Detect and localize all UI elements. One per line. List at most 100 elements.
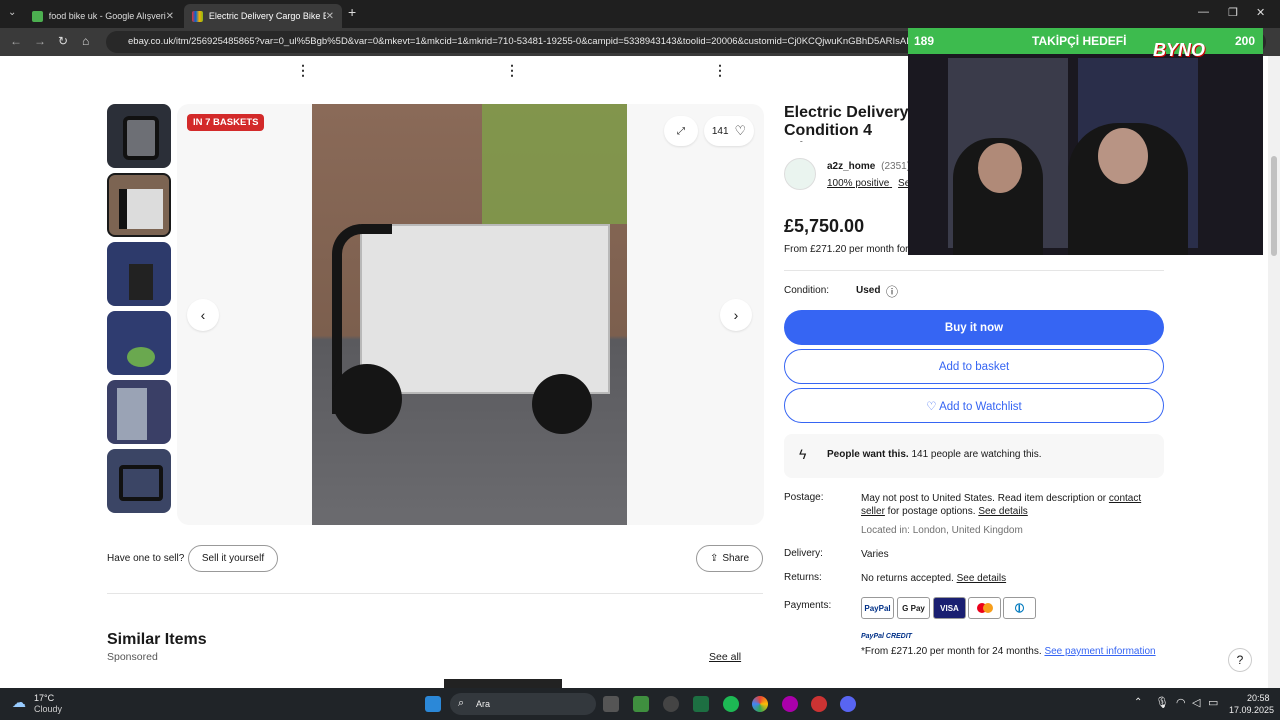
app-icon[interactable] — [782, 696, 798, 712]
share-icon: ⇪ — [709, 553, 719, 564]
thumbnail-4[interactable] — [107, 311, 171, 375]
previous-image-button[interactable]: ‹ — [187, 299, 219, 331]
condition-value: Used — [856, 285, 881, 296]
postage-text-2: for postage options. — [884, 506, 979, 517]
paypal-icon: PayPal — [861, 597, 894, 619]
postage-value: May not post to United States. Read item… — [861, 492, 1151, 518]
thumbnail-2[interactable] — [107, 173, 171, 237]
condition-label: Condition: — [784, 285, 830, 296]
thumbnail-6[interactable] — [107, 449, 171, 513]
search-placeholder: Ara — [476, 699, 491, 709]
add-to-basket-button[interactable]: Add to basket — [784, 349, 1164, 384]
product-photo[interactable] — [312, 104, 627, 525]
tab-label: Electric Delivery Cargo Bike EAV — [208, 11, 326, 21]
returns-text: No returns accepted. — [861, 573, 957, 584]
returns-see-details-link[interactable]: See details — [957, 573, 1006, 584]
chatgpt-icon[interactable] — [663, 696, 679, 712]
add-to-watchlist-button[interactable]: ♡ Add to Watchlist — [784, 388, 1164, 423]
seller-username[interactable]: a2z_home — [827, 161, 875, 172]
similar-item-image[interactable] — [444, 679, 562, 688]
seller-name[interactable]: a2z_home (2351) — [827, 161, 910, 172]
close-window-icon[interactable]: ✕ — [1256, 6, 1265, 19]
paypal-credit-logo: PayPal CREDIT — [861, 633, 912, 640]
see-all-link[interactable]: See all — [709, 651, 741, 663]
forward-icon[interactable]: → — [34, 34, 46, 48]
located-in: Located in: London, United Kingdom — [861, 525, 1023, 536]
tab-search-icon[interactable]: ⌄ — [8, 7, 16, 18]
battery-icon[interactable]: ▭ — [1208, 696, 1218, 709]
expand-icon[interactable]: ⤢ — [664, 116, 698, 146]
delivery-value: Varies — [861, 549, 889, 560]
image-gallery: IN 7 BASKETS ⤢ 141 ♡ ‹ › — [177, 104, 764, 525]
thumbnail-3[interactable] — [107, 242, 171, 306]
postage-text: May not post to United States. Read item… — [861, 493, 1109, 504]
task-view-icon[interactable] — [603, 696, 619, 712]
home-icon[interactable]: ⌂ — [82, 34, 89, 48]
close-icon[interactable]: ✕ — [326, 11, 334, 22]
item-title: Electric Delivery Condition 4 Whee — [784, 104, 909, 142]
google-shopping-favicon-icon — [32, 10, 43, 22]
credit-text: *From £271.20 per month for 24 months. S… — [861, 645, 1161, 658]
seller-positive[interactable]: 100% positive — [827, 178, 889, 189]
chrome-icon[interactable] — [752, 696, 768, 712]
see-details-link[interactable]: See details — [978, 506, 1027, 517]
watch-button[interactable]: 141 ♡ — [704, 116, 754, 146]
thumbnail-5[interactable] — [107, 380, 171, 444]
goal-label: TAKİPÇİ HEDEFİ — [1032, 34, 1127, 48]
next-image-button[interactable]: › — [720, 299, 752, 331]
delivery-label: Delivery: — [784, 548, 823, 559]
more-options-icon[interactable]: ⋮ — [296, 62, 310, 79]
lightning-icon: ϟ — [799, 446, 807, 462]
taskbar-search[interactable]: ⌕ Ara — [450, 693, 596, 715]
more-options-icon[interactable]: ⋮ — [713, 62, 727, 79]
similar-items-title: Similar Items — [107, 631, 207, 648]
new-tab-icon[interactable]: + — [348, 4, 356, 20]
notes-app-icon[interactable] — [633, 696, 649, 712]
sponsored-label: Sponsored — [107, 651, 158, 663]
item-price: £5,750.00 — [784, 216, 865, 236]
per-month-text: From £271.20 per month for — [784, 244, 909, 255]
see-payment-info-link[interactable]: See payment information — [1044, 646, 1155, 657]
close-icon[interactable]: ✕ — [166, 11, 174, 22]
goal-current: 189 — [914, 34, 935, 48]
microphone-icon[interactable]: 🎙 — [1155, 696, 1169, 709]
diners-club-icon: ⦶ — [1003, 597, 1036, 619]
returns-label: Returns: — [784, 572, 822, 583]
excel-icon[interactable] — [693, 696, 709, 712]
back-icon[interactable]: ← — [10, 34, 22, 48]
have-one-text: Have one to sell? — [107, 553, 185, 564]
tray-chevron-icon[interactable]: ⌃ — [1134, 697, 1142, 708]
seller-logo[interactable] — [784, 158, 816, 190]
page-scrollbar[interactable] — [1268, 56, 1280, 688]
divider — [784, 270, 1164, 271]
in-baskets-badge: IN 7 BASKETS — [187, 114, 265, 131]
help-icon[interactable]: ? — [1228, 648, 1252, 672]
divider — [107, 593, 763, 594]
share-label: Share — [722, 553, 750, 564]
tab-google-shopping[interactable]: food bike uk - Google Alışveriş ✕ — [24, 4, 182, 28]
watch-count: 141 — [711, 125, 729, 137]
weather-text[interactable]: Cloudy — [34, 704, 62, 714]
seller-feedback[interactable]: 100% positive Se — [827, 178, 910, 189]
google-pay-icon: G Pay — [897, 597, 930, 619]
tab-ebay[interactable]: Electric Delivery Cargo Bike EAV ✕ — [184, 4, 342, 28]
windows-start-icon[interactable] — [425, 696, 441, 712]
discord-icon[interactable] — [840, 696, 856, 712]
more-options-icon[interactable]: ⋮ — [505, 62, 519, 79]
reload-icon[interactable]: ↻ — [58, 34, 68, 48]
sell-it-yourself-button[interactable]: Sell it yourself — [188, 545, 278, 572]
maximize-icon[interactable]: ❐ — [1228, 6, 1238, 19]
speaker-icon[interactable]: ◁ — [1192, 696, 1200, 709]
clock-date[interactable]: 17.09.2025 — [1229, 705, 1274, 715]
info-icon[interactable]: ⓘ — [886, 283, 898, 300]
scroll-thumb[interactable] — [1271, 156, 1277, 256]
buy-it-now-button[interactable]: Buy it now — [784, 310, 1164, 345]
thumbnail-1[interactable] — [107, 104, 171, 168]
temperature[interactable]: 17°C — [34, 693, 54, 703]
wifi-icon[interactable]: ◠ — [1176, 696, 1186, 709]
clock-time[interactable]: 20:58 — [1247, 693, 1270, 703]
minimize-icon[interactable]: — — [1198, 6, 1209, 18]
opera-icon[interactable] — [811, 696, 827, 712]
share-button[interactable]: ⇪ Share — [696, 545, 763, 572]
spotify-icon[interactable] — [723, 696, 739, 712]
